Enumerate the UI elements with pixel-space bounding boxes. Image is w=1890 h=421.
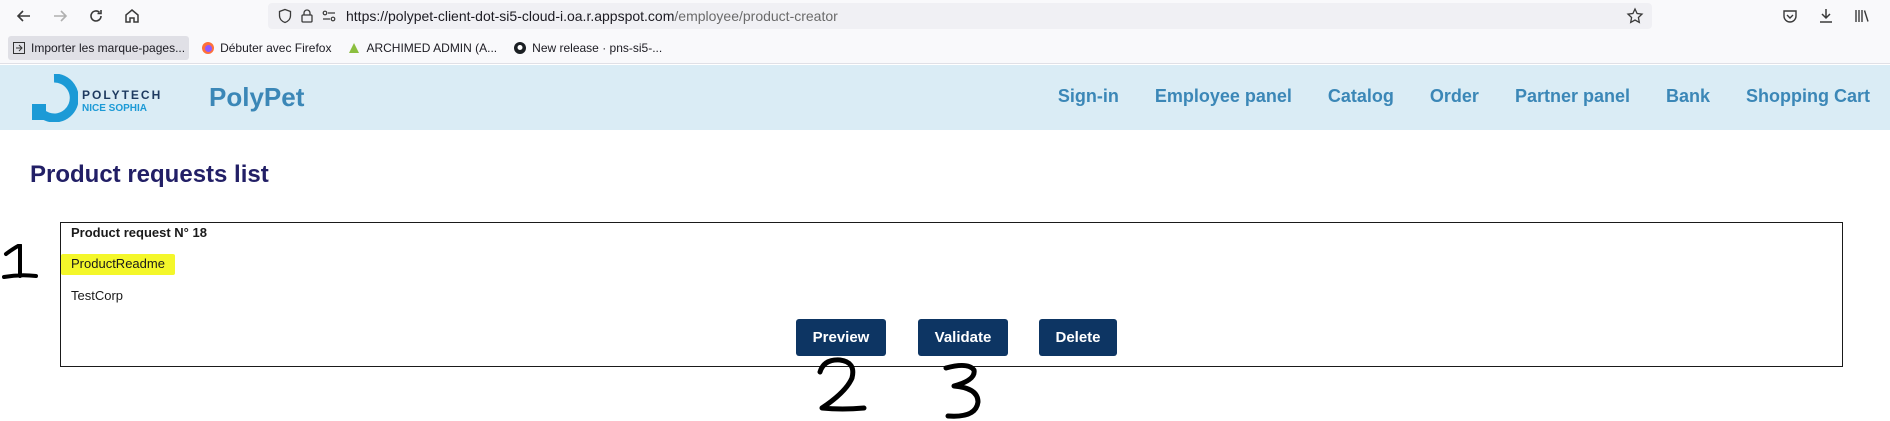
reload-button[interactable] [78, 0, 114, 32]
archimed-icon [349, 42, 360, 53]
nav-sign-in[interactable]: Sign-in [1058, 86, 1119, 107]
logo-line2: NICE SOPHIA [82, 103, 148, 114]
github-icon [514, 41, 527, 54]
nav-catalog[interactable]: Catalog [1328, 86, 1394, 107]
library-button[interactable] [1844, 0, 1880, 32]
annotation-number-2: 2 [817, 357, 867, 412]
forward-button[interactable] [42, 0, 78, 32]
bookmark-github[interactable]: New release · pns-si5-... [509, 36, 666, 60]
bookmark-label: Importer les marque-pages... [31, 40, 186, 55]
logo-line1: POLYTECH [82, 88, 163, 102]
reload-icon [90, 10, 102, 22]
import-icon [13, 41, 25, 54]
nav-bank[interactable]: Bank [1666, 86, 1710, 107]
validate-button[interactable]: Validate [918, 319, 1008, 356]
bookmarks-bar: Importer les marque-pages... Débuter ave… [0, 32, 1890, 64]
back-button[interactable] [6, 0, 42, 32]
bookmark-label: ARCHIMED ADMIN (A... [366, 40, 498, 55]
back-arrow-icon [16, 10, 30, 22]
polytech-logo-icon [32, 73, 79, 123]
bookmark-firefox[interactable]: Débuter avec Firefox [197, 36, 335, 60]
nav-shopping-cart[interactable]: Shopping Cart [1746, 86, 1870, 107]
brand-name[interactable]: PolyPet [209, 82, 304, 113]
request-company: TestCorp [71, 288, 124, 303]
pocket-button[interactable] [1772, 0, 1808, 32]
nav-partner-panel[interactable]: Partner panel [1515, 86, 1630, 107]
home-button[interactable] [114, 0, 150, 32]
polytech-logo[interactable]: POLYTECH NICE SOPHIA [30, 73, 182, 123]
preview-button[interactable]: Preview [796, 319, 886, 356]
page-title: Product requests list [30, 161, 269, 188]
pocket-icon [1783, 10, 1797, 23]
library-icon [1855, 10, 1869, 22]
request-title: Product request N° 18 [71, 225, 207, 240]
delete-button[interactable]: Delete [1039, 319, 1117, 356]
annotation-number-1: 1 [2, 244, 38, 279]
permissions-icon[interactable] [318, 3, 340, 29]
tracking-shield-icon[interactable] [274, 3, 296, 29]
nav-employee-panel[interactable]: Employee panel [1155, 86, 1292, 107]
home-icon [125, 9, 139, 23]
browser-toolbar: https://polypet-client-dot-si5-cloud-i.o… [0, 0, 1890, 32]
downloads-button[interactable] [1808, 0, 1844, 32]
url-text[interactable]: https://polypet-client-dot-si5-cloud-i.o… [346, 8, 838, 24]
annotation-number-3: 3 [943, 362, 981, 419]
bookmark-label: Débuter avec Firefox [220, 40, 332, 55]
bookmark-import[interactable]: Importer les marque-pages... [8, 35, 190, 60]
url-bar[interactable]: https://polypet-client-dot-si5-cloud-i.o… [268, 3, 1652, 29]
bookmark-star-icon[interactable] [1626, 7, 1644, 30]
request-product-name: ProductReadme [61, 254, 175, 275]
product-request-card: Product request N° 18 ProductReadme Test… [60, 222, 1843, 367]
forward-arrow-icon [54, 10, 68, 22]
bookmark-archimed[interactable]: ARCHIMED ADMIN (A... [343, 36, 501, 60]
url-path: /employee/product-creator [674, 8, 838, 24]
nav-order[interactable]: Order [1430, 86, 1479, 107]
lock-icon[interactable] [296, 3, 318, 29]
bookmark-label: New release · pns-si5-... [532, 40, 663, 55]
main-nav: Sign-in Employee panel Catalog Order Par… [1022, 86, 1870, 107]
download-icon [1820, 9, 1832, 23]
url-host: https://polypet-client-dot-si5-cloud-i.o… [346, 8, 675, 24]
firefox-icon [202, 41, 215, 54]
toolbar-right [1772, 0, 1890, 32]
